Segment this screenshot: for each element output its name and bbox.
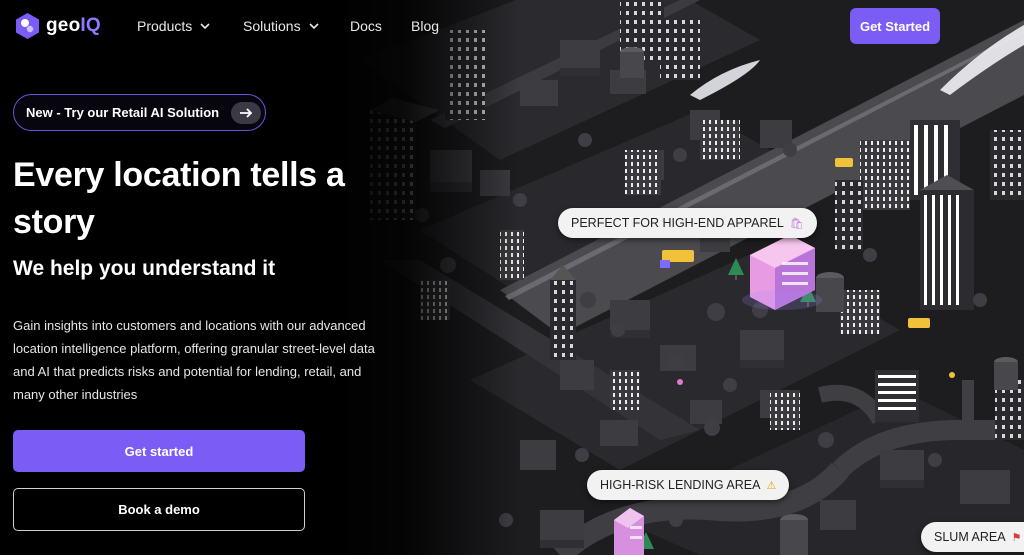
map-label-slum-text: SLUM AREA	[934, 530, 1006, 544]
map-label-slum-area: SLUM AREA ⚑	[921, 522, 1024, 552]
hero-description: Gain insights into customers and locatio…	[13, 318, 375, 402]
red-flag-icon: ⚑	[1011, 531, 1022, 544]
nav-blog[interactable]: Blog	[411, 18, 439, 34]
announcement-text: New - Try our Retail AI Solution	[26, 105, 220, 120]
hero-subheadline: We help you understand it	[13, 257, 276, 280]
brand-logo[interactable]: geoIQ	[15, 12, 101, 40]
announcement-pill[interactable]: New - Try our Retail AI Solution	[13, 94, 266, 131]
arrow-right-icon	[231, 101, 262, 124]
warning-icon: ⚠	[766, 479, 777, 492]
map-label-high-end-apparel: PERFECT FOR HIGH-END APPAREL 🛍	[558, 208, 817, 238]
geoiq-logo-icon	[16, 13, 39, 39]
nav-solutions-label: Solutions	[243, 18, 301, 34]
map-label-high-risk-lending: HIGH-RISK LENDING AREA ⚠	[587, 470, 790, 500]
chevron-down-icon	[309, 22, 319, 29]
map-label-apparel-text: PERFECT FOR HIGH-END APPAREL	[571, 216, 784, 230]
nav-products[interactable]: Products	[137, 18, 210, 34]
nav-blog-label: Blog	[411, 18, 440, 34]
brand-wordmark: geoIQ	[46, 15, 101, 37]
map-label-lending-text: HIGH-RISK LENDING AREA	[600, 478, 761, 492]
nav-products-label: Products	[137, 18, 193, 34]
brand-name-suffix: IQ	[80, 15, 101, 36]
get-started-button[interactable]: Get started	[13, 430, 305, 472]
shopping-bag-icon: 🛍	[789, 217, 804, 230]
nav-solutions[interactable]: Solutions	[243, 18, 319, 34]
book-demo-button[interactable]: Book a demo	[13, 488, 305, 531]
top-navigation: geoIQ Products Solutions Docs Blog Get S…	[0, 0, 1024, 52]
nav-docs[interactable]: Docs	[350, 18, 382, 34]
get-started-nav-button[interactable]: Get Started	[850, 8, 940, 44]
nav-docs-label: Docs	[350, 18, 382, 34]
chevron-down-icon	[200, 22, 210, 29]
hero-headline: Every location tells a story	[13, 156, 345, 241]
brand-name-prefix: geo	[46, 15, 81, 36]
